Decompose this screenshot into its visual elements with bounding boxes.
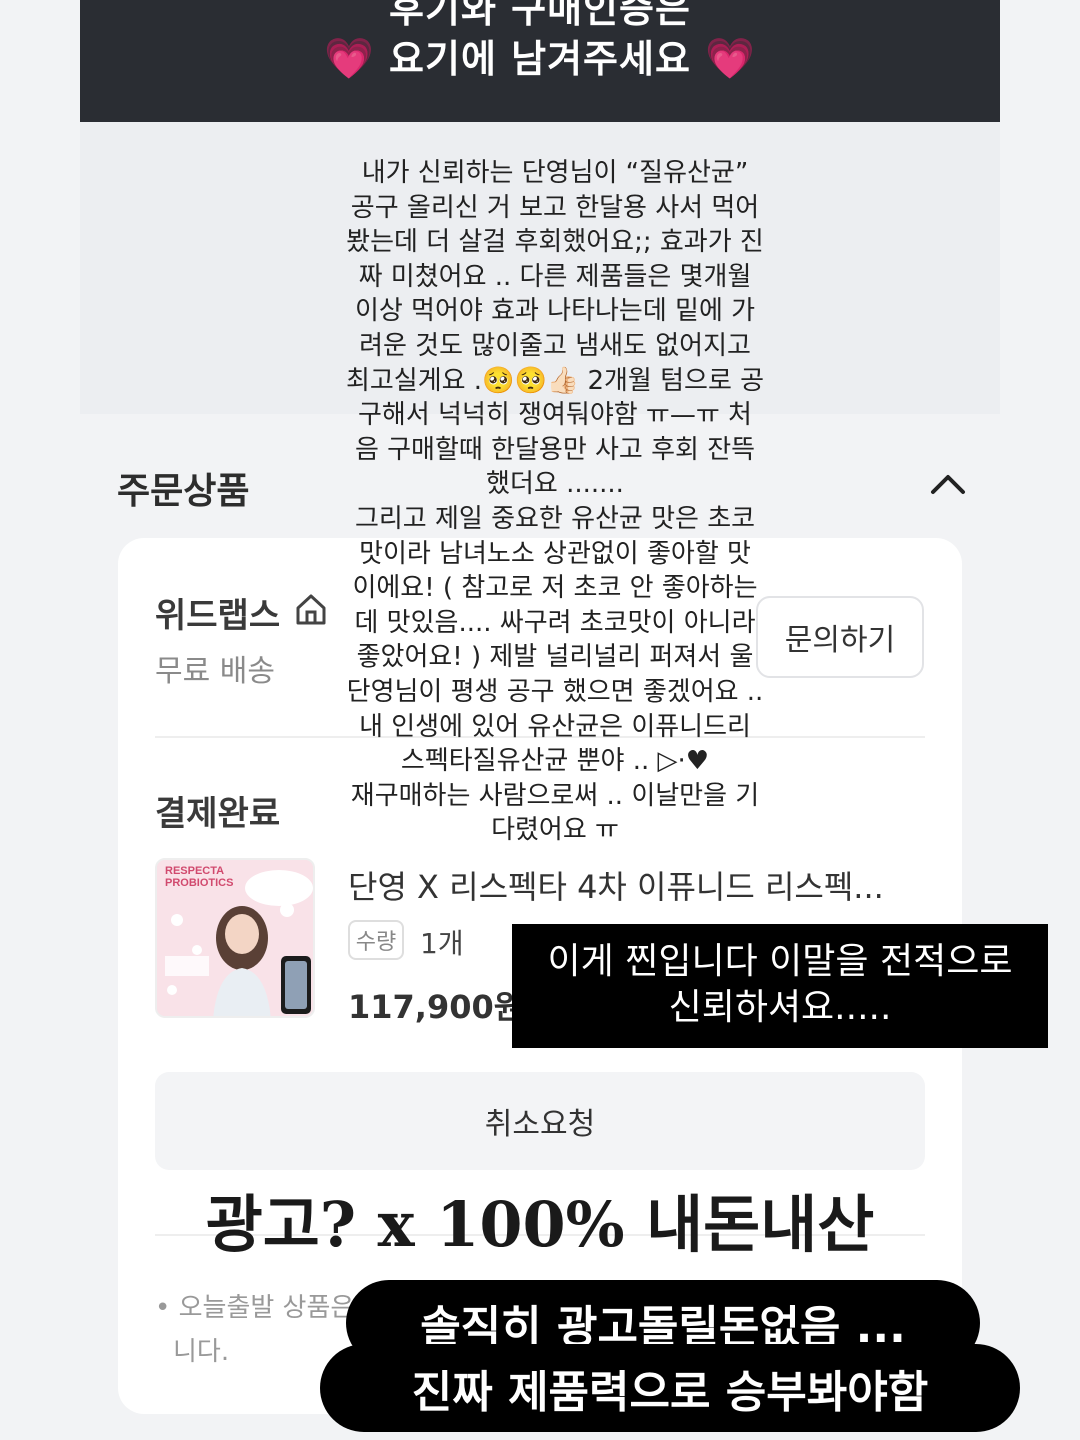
section-title: 주문상품 [117,471,250,512]
product-price: 117,900원 [348,988,524,1026]
cancel-request-button[interactable]: 취소요청 [155,1072,925,1170]
heart-icon: 💗 [323,36,375,82]
caption-line-2: 신뢰하셔요..... [668,987,892,1028]
caption-line-1: 이게 찐입니다 이말을 전적으로 [547,941,1013,982]
top-banner: 후기와 구매인증은 💗 요기에 남겨주세요 💗 [80,0,1000,122]
quantity-value: 1개 [420,927,464,960]
seller-name[interactable]: 위드랩스 [155,588,280,637]
notice-line-1: • 오늘출발 상품은 [155,1293,355,1323]
delivery-notice: • 오늘출발 상품은 니다. [155,1286,355,1374]
thumb-brand-line-1: RESPECTA [165,865,224,877]
quantity-badge: 수량 [348,920,404,960]
chevron-up-icon[interactable] [930,472,966,496]
banner-line-2: 💗 요기에 남겨주세요 💗 [80,28,1000,83]
product-image: RESPECTA PROBIOTICS [157,860,313,1016]
review-overlay-text: 내가 신뢰하는 단영님이 “질유산균” 공구 올리신 거 보고 한달용 사서 먹… [345,158,765,846]
product-thumbnail[interactable]: RESPECTA PROBIOTICS [155,858,315,1018]
shipping-info: 무료 배송 [155,654,275,689]
caption-pill-2: 진짜 제품력으로 승부봐야함 [320,1344,1020,1432]
product-name[interactable]: 단영 X 리스펙타 4차 이퓨니드 리스펙... [348,862,884,908]
ad-disclaimer-text: 광고? x 100% 내돈내산 [205,1188,875,1261]
caption-box: 이게 찐입니다 이말을 전적으로 신뢰하셔요..... [512,924,1048,1048]
payment-status: 결제완료 [155,794,281,834]
thumb-brand-line-2: PROBIOTICS [165,877,233,889]
banner-line-2-text: 요기에 남겨주세요 [389,37,691,81]
heart-icon: 💗 [705,36,756,82]
